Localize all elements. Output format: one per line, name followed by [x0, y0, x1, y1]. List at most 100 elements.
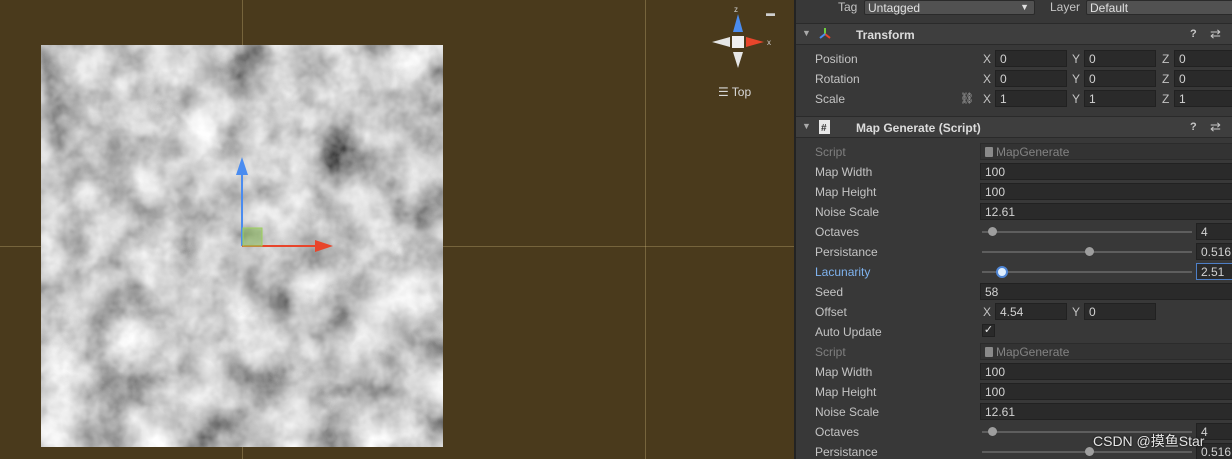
octaves-row: Octaves 4 — [796, 222, 1232, 242]
map-generate-header[interactable]: ▼ # Map Generate (Script) ? ⇄ — [796, 116, 1232, 138]
scale-z-field[interactable]: 1 — [1174, 90, 1232, 107]
octaves-label: Octaves — [815, 225, 860, 239]
constrain-proportions-link-icon[interactable]: ⛓ — [960, 92, 974, 105]
lacunarity-slider-track[interactable] — [982, 271, 1192, 273]
script-field: MapGenerate — [980, 143, 1232, 160]
position-z-field[interactable]: 0 — [1174, 50, 1232, 67]
scene-view[interactable]: z x ▬ ☰ Top — [0, 0, 794, 459]
tag-layer-row: Tag Untagged ▼ Layer Default — [796, 0, 1232, 16]
scale-label: Scale — [815, 92, 846, 106]
offset-x-field[interactable]: 4.54 — [995, 303, 1067, 320]
chevron-down-icon: ▼ — [1020, 2, 1029, 12]
help-icon[interactable]: ? — [1190, 121, 1197, 133]
rotation-x-field[interactable]: 0 — [995, 70, 1067, 87]
axis-z-label: Z — [1162, 52, 1170, 66]
axis-y-label: Y — [1072, 72, 1081, 86]
axis-y-label: Y — [1072, 52, 1081, 66]
octaves-field[interactable]: 4 — [1196, 223, 1232, 240]
script-value: MapGenerate — [996, 145, 1070, 159]
map-height-field[interactable]: 100 — [980, 383, 1232, 400]
seed-row: Seed 58 — [796, 282, 1232, 302]
orient-neg-x-cone-icon[interactable] — [712, 37, 730, 47]
axis-x-label: X — [983, 305, 992, 319]
lacunarity-slider-knob[interactable] — [996, 266, 1008, 278]
tag-label: Tag — [838, 0, 858, 14]
script-field: MapGenerate — [980, 343, 1232, 360]
noise-scale-field[interactable]: 12.61 — [980, 203, 1232, 220]
map-width-label: Map Width — [815, 365, 873, 379]
map-height-field[interactable]: 100 — [980, 183, 1232, 200]
tag-value: Untagged — [868, 1, 921, 15]
move-gizmo[interactable] — [0, 0, 794, 459]
settings-sliders-icon[interactable]: ⇄ — [1210, 26, 1221, 42]
script-file-icon — [985, 147, 993, 157]
axis-x-label: X — [983, 72, 992, 86]
gizmo-x-arrow-icon[interactable] — [315, 240, 333, 252]
orient-neg-z-cone-icon[interactable] — [733, 52, 743, 68]
transform-title: Transform — [856, 28, 915, 42]
persistance-row: Persistance 0.516 — [796, 242, 1232, 262]
scale-y-field[interactable]: 1 — [1084, 90, 1156, 107]
tag-dropdown[interactable]: Untagged ▼ — [864, 0, 1035, 15]
script-row: Script MapGenerate — [796, 342, 1232, 362]
persistance-label: Persistance — [815, 245, 878, 259]
position-y-field[interactable]: 0 — [1084, 50, 1156, 67]
help-icon[interactable]: ? — [1190, 28, 1197, 40]
octaves-slider-knob[interactable] — [988, 227, 997, 236]
octaves-slider-track[interactable] — [982, 231, 1192, 233]
map-height-row: Map Height 100 — [796, 382, 1232, 402]
auto-update-label: Auto Update — [815, 325, 882, 339]
gizmo-z-label: z — [734, 6, 738, 14]
script-label: Script — [815, 145, 846, 159]
orient-x-cone-icon[interactable] — [746, 37, 764, 47]
map-width-label: Map Width — [815, 165, 873, 179]
rotation-z-field[interactable]: 0 — [1174, 70, 1232, 87]
layer-label: Layer — [1050, 0, 1081, 14]
gizmo-z-arrow-icon[interactable] — [236, 157, 248, 175]
settings-sliders-icon[interactable]: ⇄ — [1210, 119, 1221, 135]
axis-y-label: Y — [1072, 305, 1081, 319]
octaves-slider-knob[interactable] — [988, 427, 997, 436]
axis-x-label: X — [983, 52, 992, 66]
auto-update-checkbox[interactable]: ✓ — [982, 324, 995, 337]
map-width-field[interactable]: 100 — [980, 363, 1232, 380]
persistance-label: Persistance — [815, 445, 878, 459]
foldout-arrow-icon[interactable]: ▼ — [802, 121, 811, 131]
foldout-arrow-icon[interactable]: ▼ — [802, 28, 811, 38]
view-projection-label[interactable]: ☰ Top — [718, 85, 751, 99]
map-width-field[interactable]: 100 — [980, 163, 1232, 180]
checkmark-icon: ✓ — [983, 324, 994, 336]
orient-center-cube[interactable] — [732, 36, 744, 48]
gizmo-plane-handle[interactable] — [242, 227, 263, 247]
map-height-label: Map Height — [815, 185, 877, 199]
persistance-field[interactable]: 0.516 — [1196, 243, 1232, 260]
scene-menu-icon[interactable]: ▬ — [766, 8, 775, 18]
position-x-field[interactable]: 0 — [995, 50, 1067, 67]
persistance-slider-knob[interactable] — [1085, 247, 1094, 256]
offset-y-field[interactable]: 0 — [1084, 303, 1156, 320]
script-value: MapGenerate — [996, 345, 1070, 359]
position-row: Position X 0 Y 0 Z 0 — [796, 49, 1232, 69]
script-file-icon — [985, 347, 993, 357]
seed-label: Seed — [815, 285, 844, 299]
transform-icon — [819, 28, 831, 39]
scale-x-field[interactable]: 1 — [995, 90, 1067, 107]
noise-scale-field[interactable]: 12.61 — [980, 403, 1232, 420]
lacunarity-field[interactable]: 2.51 — [1196, 263, 1232, 280]
rotation-y-field[interactable]: 0 — [1084, 70, 1156, 87]
transform-header[interactable]: ▼ Transform ? ⇄ — [796, 23, 1232, 45]
offset-row: Offset X 4.54 Y 0 — [796, 302, 1232, 322]
layer-dropdown[interactable]: Default — [1086, 0, 1232, 15]
rotation-row: Rotation X 0 Y 0 Z 0 — [796, 69, 1232, 89]
noise-scale-row: Noise Scale 12.61 — [796, 202, 1232, 222]
map-height-row: Map Height 100 — [796, 182, 1232, 202]
script-label: Script — [815, 345, 846, 359]
axis-z-label: Z — [1162, 72, 1170, 86]
orient-z-cone-icon[interactable] — [733, 14, 743, 32]
seed-field[interactable]: 58 — [980, 283, 1232, 300]
axis-y-label: Y — [1072, 92, 1081, 106]
gizmo-x-label: x — [767, 38, 771, 47]
noise-scale-label: Noise Scale — [815, 205, 880, 219]
watermark-text: CSDN @摸鱼Star — [1093, 433, 1205, 449]
octaves-label: Octaves — [815, 425, 860, 439]
